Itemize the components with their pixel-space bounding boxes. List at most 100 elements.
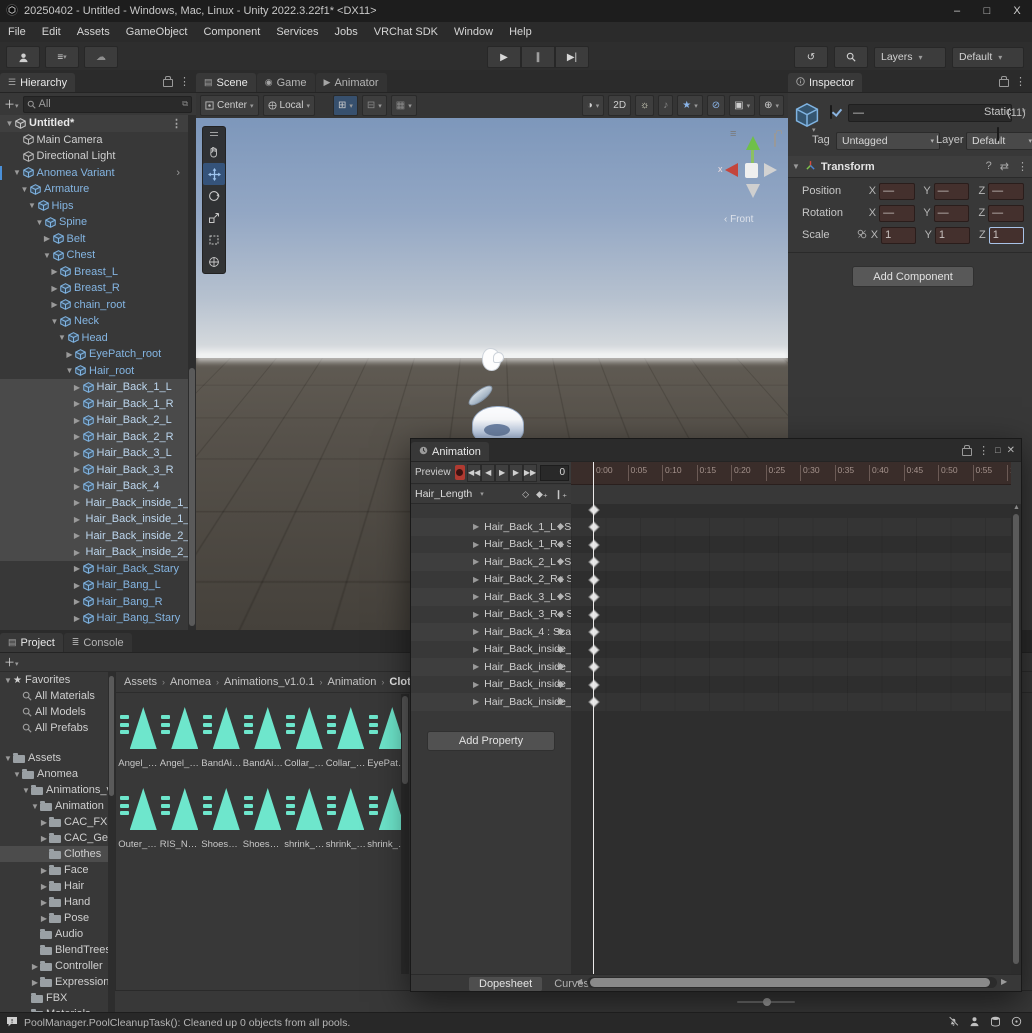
- search-icon[interactable]: [834, 46, 868, 68]
- add-property-button[interactable]: Add Property: [427, 731, 555, 751]
- project-item-face[interactable]: ▶ Face: [0, 862, 108, 878]
- help-icon[interactable]: ?: [986, 160, 992, 173]
- mute-notifications-icon[interactable]: [948, 1016, 959, 1030]
- hscroll-thumb[interactable]: [590, 978, 990, 987]
- dopesheet-area[interactable]: [571, 504, 1011, 974]
- tab-scene[interactable]: ▤ Scene: [196, 73, 256, 92]
- hierarchy-item-hair-back-2-r[interactable]: ▶ Hair_Back_2_R: [0, 428, 188, 445]
- hierarchy-item-head[interactable]: ▼ Head: [0, 330, 188, 347]
- dopesheet-row[interactable]: [571, 605, 1011, 623]
- gizmo-x-axis[interactable]: [725, 163, 738, 177]
- asset-angel-off[interactable]: Angel_OFF: [118, 706, 160, 769]
- foldout-arrow[interactable]: ▼: [3, 754, 13, 763]
- scale-z-field[interactable]: 1: [988, 226, 1024, 244]
- anim-property-hair-back-3-l-scale[interactable]: ▶ Hair_Back_3_L : Scale: [411, 588, 571, 606]
- foldout-arrow[interactable]: ▶: [72, 548, 83, 557]
- 2d-toggle[interactable]: 2D: [608, 95, 632, 116]
- asset-collar-on[interactable]: Collar_ON: [326, 706, 368, 769]
- project-item-assets[interactable]: ▼ Assets: [0, 750, 108, 766]
- snap-increment-icon[interactable]: ▦ ▾: [390, 95, 417, 116]
- collab-user-icon[interactable]: [969, 1016, 980, 1030]
- hierarchy-item-hips[interactable]: ▼ Hips: [0, 198, 188, 215]
- foldout-arrow[interactable]: ▶: [30, 978, 40, 987]
- project-item-clothes[interactable]: Clothes: [0, 846, 108, 862]
- rotation-y-field[interactable]: —: [933, 204, 970, 222]
- account-icon[interactable]: [6, 46, 40, 68]
- breadcrumb-anomea[interactable]: Anomea: [170, 676, 211, 688]
- editor-menu-icon[interactable]: ≡ ▾: [45, 46, 79, 68]
- anim-property-hair-back-inside-1-l-scale[interactable]: ▶ Hair_Back_inside_1_L : Scale: [411, 640, 571, 658]
- foldout-arrow[interactable]: ▼: [64, 366, 75, 375]
- hscroll-right-arrow[interactable]: ▶: [1001, 977, 1007, 986]
- asset-ris-none[interactable]: RIS_None: [160, 787, 202, 850]
- foldout-arrow[interactable]: ▶: [72, 432, 83, 441]
- anim-property-hair-back-4-scale[interactable]: ▶ Hair_Back_4 : Scale: [411, 623, 571, 641]
- foldout-arrow[interactable]: ▶: [72, 482, 83, 491]
- hierarchy-item-eyepatch-root[interactable]: ▶ EyePatch_root: [0, 346, 188, 363]
- transform-tool[interactable]: [203, 251, 225, 273]
- foldout-arrow[interactable]: ▶: [72, 416, 83, 425]
- progress-spinner-icon[interactable]: [1011, 1016, 1022, 1030]
- kebab-menu-icon[interactable]: ⋮: [1017, 160, 1028, 173]
- foldout-arrow[interactable]: ▶: [473, 522, 479, 531]
- hierarchy-item-hair-back-inside-2-l[interactable]: ▶ Hair_Back_inside_2_L: [0, 527, 188, 544]
- tab-hierarchy[interactable]: ☰ Hierarchy: [0, 73, 76, 92]
- project-item-pose[interactable]: ▶ Pose: [0, 910, 108, 926]
- menu-file[interactable]: File: [0, 22, 34, 42]
- foldout-arrow[interactable]: ▶: [64, 350, 75, 359]
- pause-button[interactable]: ∥: [521, 46, 555, 68]
- static-caret[interactable]: ▾: [1022, 107, 1026, 115]
- tab-console[interactable]: ≣ Console: [63, 633, 132, 652]
- menu-vrchat-sdk[interactable]: VRChat SDK: [366, 22, 446, 42]
- dopesheet-row[interactable]: [571, 658, 1011, 676]
- foldout-arrow[interactable]: ▶: [473, 680, 479, 689]
- hierarchy-item-directional-light[interactable]: Directional Light: [0, 148, 188, 165]
- rotate-tool[interactable]: [203, 185, 225, 207]
- foldout-arrow[interactable]: ▶: [39, 818, 49, 827]
- gizmo-neg-x-axis[interactable]: [764, 163, 777, 177]
- foldout-arrow[interactable]: ▶: [39, 882, 49, 891]
- foldout-arrow[interactable]: ▶: [72, 564, 83, 573]
- hierarchy-item-hair-back-stary[interactable]: ▶ Hair_Back_Stary: [0, 561, 188, 578]
- dopesheet-row[interactable]: [571, 693, 1011, 711]
- gizmos-dropdown-icon[interactable]: ⊕ ▾: [759, 95, 784, 116]
- project-item-all-models[interactable]: All Models: [0, 704, 108, 720]
- gizmo-view-label[interactable]: ‹ Front: [724, 214, 753, 225]
- dopesheet-row[interactable]: [571, 640, 1011, 658]
- pivot-dropdown[interactable]: Center ▾: [200, 95, 259, 116]
- breadcrumb-assets[interactable]: Assets: [124, 676, 157, 688]
- foldout-arrow[interactable]: ▼: [12, 168, 23, 177]
- project-item-all-materials[interactable]: All Materials: [0, 688, 108, 704]
- hierarchy-item-hair-bang-r[interactable]: ▶ Hair_Bang_R: [0, 594, 188, 611]
- asset-shoes-off[interactable]: Shoes_OFF: [201, 787, 243, 850]
- foldout-arrow[interactable]: ▶: [473, 610, 479, 619]
- step-button[interactable]: ▶|: [555, 46, 589, 68]
- move-tool[interactable]: [203, 163, 225, 185]
- dopesheet-row[interactable]: [571, 518, 1011, 536]
- foldout-arrow[interactable]: ▶: [39, 898, 49, 907]
- dopesheet-row[interactable]: [571, 623, 1011, 641]
- project-item-blendtrees[interactable]: BlendTrees: [0, 942, 108, 958]
- project-tree-scrollbar[interactable]: [108, 672, 115, 1012]
- dopesheet-row[interactable]: [571, 535, 1011, 553]
- foldout-arrow[interactable]: ▶: [42, 234, 53, 243]
- overlay-menu-icon[interactable]: ＝: [203, 127, 225, 141]
- lighting-toggle-icon[interactable]: ☼: [635, 95, 655, 116]
- shading-mode-dropdown[interactable]: ◑ ▾: [581, 95, 605, 116]
- foldout-arrow[interactable]: ▶: [72, 498, 83, 507]
- cache-server-icon[interactable]: [990, 1016, 1001, 1030]
- project-item-fbx[interactable]: FBX: [0, 990, 108, 1006]
- foldout-arrow[interactable]: ▶: [72, 449, 83, 458]
- orientation-dropdown[interactable]: Local ▾: [262, 95, 315, 116]
- project-item-expression[interactable]: ▶ Expression: [0, 974, 108, 990]
- menu-help[interactable]: Help: [501, 22, 540, 42]
- scale-x-field[interactable]: 1: [881, 226, 917, 244]
- project-item-cac-gesture[interactable]: ▶ CAC_Gesture: [0, 830, 108, 846]
- foldout-arrow[interactable]: ▼: [57, 333, 68, 342]
- foldout-arrow[interactable]: ▶: [473, 627, 479, 636]
- foldout-arrow[interactable]: ▶: [72, 515, 83, 524]
- hierarchy-search-input[interactable]: All ⧉: [22, 95, 192, 113]
- foldout-arrow[interactable]: ▶: [473, 645, 479, 654]
- foldout-arrow[interactable]: ▶: [39, 834, 49, 843]
- static-checkbox[interactable]: [997, 127, 999, 141]
